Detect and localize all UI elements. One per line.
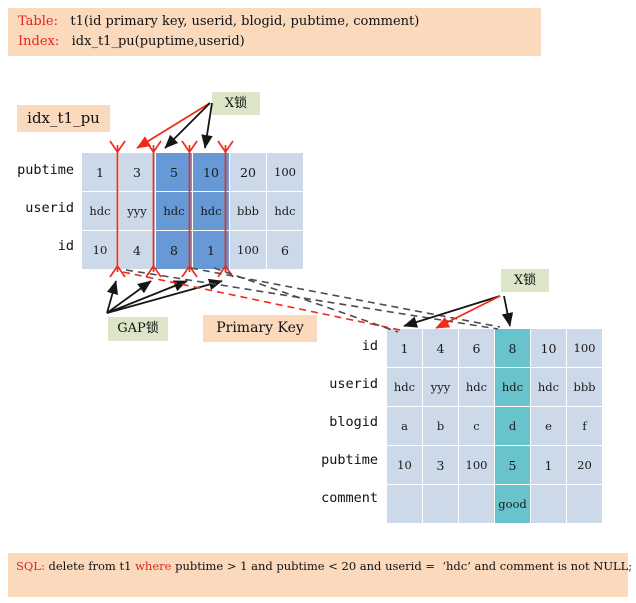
index-cell: 6 xyxy=(266,230,304,270)
primary-cell: a xyxy=(386,406,423,446)
table-row: good xyxy=(386,484,603,524)
xlock-label-index: X锁 xyxy=(212,92,260,115)
xlock-label-primary: X锁 xyxy=(501,269,549,292)
index-cell: hdc xyxy=(192,191,230,231)
primary-cell: bbb xyxy=(566,367,603,407)
primary-key-table: 1 4 6 8 10 100 hdc yyy hdc hdc hdc bbb a… xyxy=(386,328,603,524)
index-cell: hdc xyxy=(81,191,119,231)
sql-part-predicate: pubtime > 1 and pubtime < 20 and userid … xyxy=(171,559,633,573)
primary-cell: 100 xyxy=(458,445,495,485)
index-cell: 20 xyxy=(229,152,267,192)
index-cell: bbb xyxy=(229,191,267,231)
primary-cell: 4 xyxy=(422,328,459,368)
index-cell: 5 xyxy=(155,152,193,192)
sql-keyword-where: where xyxy=(135,559,172,573)
primary-key-label: Primary Key xyxy=(203,315,317,342)
primary-cell xyxy=(386,484,423,524)
primary-cell: hdc xyxy=(458,367,495,407)
primary-cell: 5 xyxy=(494,445,531,485)
index-definition: idx_t1_pu(puptime,userid) xyxy=(59,34,245,50)
index-cell: 1 xyxy=(192,230,230,270)
index-cell: 100 xyxy=(229,230,267,270)
index-cell: 8 xyxy=(155,230,193,270)
index-cell: 10 xyxy=(81,230,119,270)
gap-lock-arrows xyxy=(106,278,223,314)
primary-row-label-userid: userid xyxy=(329,376,378,392)
index-keyword: Index: xyxy=(18,34,60,50)
table-row: 1 3 5 10 20 100 xyxy=(81,152,304,192)
primary-cell xyxy=(530,484,567,524)
index-name-label: idx_t1_pu xyxy=(17,105,110,132)
index-cell: 100 xyxy=(266,152,304,192)
index-row-label-id: id xyxy=(57,238,74,254)
index-row-label-userid: userid xyxy=(25,200,74,216)
table-row: a b c d e f xyxy=(386,406,603,446)
sql-banner: SQL: delete from t1 where pubtime > 1 an… xyxy=(8,553,632,597)
primary-cell: b xyxy=(422,406,459,446)
primary-cell: 100 xyxy=(566,328,603,368)
xlock-index-arrows xyxy=(136,102,213,149)
primary-row-label-comment: comment xyxy=(321,490,378,506)
primary-cell: 8 xyxy=(494,328,531,368)
sql-prefix: SQL: xyxy=(16,559,45,573)
gap-lock-label: GAP锁 xyxy=(108,317,168,341)
primary-cell: 20 xyxy=(566,445,603,485)
primary-cell: 1 xyxy=(530,445,567,485)
xlock-primary-arrows xyxy=(403,295,514,329)
index-row-label-pubtime: pubtime xyxy=(17,162,74,178)
primary-cell: hdc xyxy=(386,367,423,407)
schema-banner: Table: t1(id primary key, userid, blogid… xyxy=(8,8,541,56)
primary-cell xyxy=(458,484,495,524)
index-cell: 4 xyxy=(118,230,156,270)
primary-cell: good xyxy=(494,484,531,524)
index-cell: yyy xyxy=(118,191,156,231)
primary-row-label-pubtime: pubtime xyxy=(321,452,378,468)
table-row: hdc yyy hdc hdc hdc bbb xyxy=(386,367,603,407)
primary-cell: 1 xyxy=(386,328,423,368)
primary-cell xyxy=(422,484,459,524)
primary-cell: f xyxy=(566,406,603,446)
index-cell: 3 xyxy=(118,152,156,192)
primary-cell: hdc xyxy=(530,367,567,407)
primary-cell: e xyxy=(530,406,567,446)
primary-row-label-id: id xyxy=(361,338,378,354)
index-table: 1 3 5 10 20 100 hdc yyy hdc hdc bbb hdc … xyxy=(81,152,304,270)
index-cell: 10 xyxy=(192,152,230,192)
primary-cell: 6 xyxy=(458,328,495,368)
primary-cell: yyy xyxy=(422,367,459,407)
primary-cell: hdc xyxy=(494,367,531,407)
table-row: 10 3 100 5 1 20 xyxy=(386,445,603,485)
primary-row-label-blogid: blogid xyxy=(329,414,378,430)
index-cell: 1 xyxy=(81,152,119,192)
table-row: 10 4 8 1 100 6 xyxy=(81,230,304,270)
table-row: hdc yyy hdc hdc bbb hdc xyxy=(81,191,304,231)
diagram-canvas: Table: t1(id primary key, userid, blogid… xyxy=(0,0,636,603)
primary-cell: 10 xyxy=(530,328,567,368)
primary-cell: 10 xyxy=(386,445,423,485)
table-definition: t1(id primary key, userid, blogid, pubti… xyxy=(57,14,420,29)
table-row: 1 4 6 8 10 100 xyxy=(386,328,603,368)
table-keyword: Table: xyxy=(18,14,58,29)
index-cell: hdc xyxy=(155,191,193,231)
sql-part-delete: delete from t1 xyxy=(44,559,136,573)
primary-cell: d xyxy=(494,406,531,446)
primary-cell: 3 xyxy=(422,445,459,485)
primary-cell xyxy=(566,484,603,524)
index-cell: hdc xyxy=(266,191,304,231)
primary-cell: c xyxy=(458,406,495,446)
